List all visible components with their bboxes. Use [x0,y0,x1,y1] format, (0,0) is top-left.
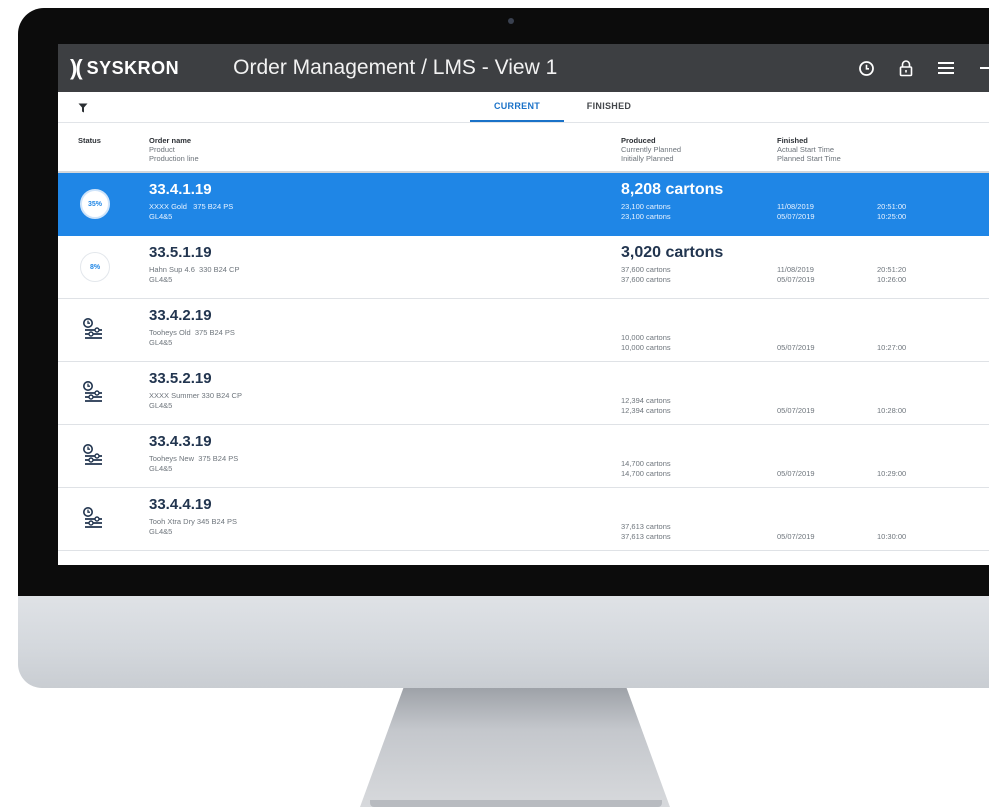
production-line: GL4&5 [149,212,173,221]
planned-start-time: 10:28:00 [877,406,907,415]
order-list: 35% 33.4.1.19 XXXX Gold 375 B24 PS GL4&5… [58,173,989,551]
schedule-sliders-icon [82,380,104,409]
schedule-sliders-icon [82,506,104,535]
lock-icon[interactable] [895,57,917,79]
column-finished[interactable]: Finished Actual Start Time Planned Start… [777,136,841,163]
order-name: 33.4.4.19 [149,496,212,513]
table-row[interactable]: 33.4.3.19 Tooheys New 375 B24 PS GL4&5 1… [58,425,989,488]
column-planned-start-label: Planned Start Time [777,154,841,163]
app-screen: )( SYSKRON Order Management / LMS - View… [58,44,989,565]
initially-planned: 12,394 cartons [621,406,671,415]
table-row[interactable]: 33.5.2.19 XXXX Summer 330 B24 CP GL4&5 1… [58,362,989,425]
filter-icon[interactable] [78,100,88,118]
planned-start-date: 05/07/2019 [777,532,815,541]
progress-value: 35% [87,200,102,208]
currently-planned: 14,700 cartons [621,459,671,468]
produced-count: 8,208 cartons [621,181,724,198]
order-name: 33.4.2.19 [149,307,212,324]
tab-current[interactable]: CURRENT [470,92,564,122]
tab-bar: CURRENT FINISHED [58,92,989,123]
column-produced-label: Produced [621,136,656,145]
order-name: 33.5.1.19 [149,244,212,261]
actual-start-time: 20:51:00 [877,202,907,211]
column-status-label: Status [78,136,101,145]
progress-value: 8% [89,263,101,271]
actual-start-date: 11/08/2019 [777,202,814,211]
clock-icon[interactable] [855,57,877,79]
currently-planned: 12,394 cartons [621,396,671,405]
column-finished-label: Finished [777,136,808,145]
initially-planned: 10,000 cartons [621,343,671,352]
production-line: GL4&5 [149,338,173,347]
column-product-label: Product [149,145,175,154]
menu-icon[interactable] [935,57,957,79]
currently-planned: 10,000 cartons [621,333,671,342]
production-line: GL4&5 [149,275,173,284]
order-name: 33.5.2.19 [149,370,212,387]
syskron-logo: )( SYSKRON [70,55,179,81]
column-initially-planned-label: Initially Planned [621,154,674,163]
schedule-sliders-icon [82,443,104,472]
planned-start-date: 05/07/2019 [777,275,815,284]
progress-indicator: 35% [80,189,110,219]
column-status[interactable]: Status [78,136,101,145]
logo-mark-icon: )( [70,55,83,80]
product-name: Tooheys Old 375 B24 PS [149,328,235,337]
production-line: GL4&5 [149,401,173,410]
produced-count: 3,020 cartons [621,244,724,261]
schedule-sliders-icon [82,317,104,346]
product-name: Tooh Xtra Dry 345 B24 PS [149,517,237,526]
monitor-stand [360,688,670,807]
column-order[interactable]: Order name Product Production line [149,136,199,163]
column-actual-start-label: Actual Start Time [777,145,835,154]
planned-start-time: 10:27:00 [877,343,907,352]
initially-planned: 14,700 cartons [621,469,671,478]
table-row[interactable]: 33.4.4.19 Tooh Xtra Dry 345 B24 PS GL4&5… [58,488,989,551]
table-header: Status Order name Product Production lin… [58,123,989,173]
production-line: GL4&5 [149,464,173,473]
product-name: Tooheys New 375 B24 PS [149,454,239,463]
table-row[interactable]: 8% 33.5.1.19 Hahn Sup 4.6 330 B24 CP GL4… [58,236,989,299]
order-name: 33.4.3.19 [149,433,212,450]
progress-ring: 35% [80,189,110,219]
initially-planned: 37,613 cartons [621,532,671,541]
column-currently-planned-label: Currently Planned [621,145,682,154]
currently-planned: 37,600 cartons [621,265,671,274]
tab-finished[interactable]: FINISHED [574,92,644,120]
planned-start-time: 10:26:00 [877,275,907,284]
planned-start-date: 05/07/2019 [777,343,815,352]
actual-start-date: 11/08/2019 [777,265,814,274]
column-line-label: Production line [149,154,199,163]
column-order-name-label: Order name [149,136,192,145]
planned-start-date: 05/07/2019 [777,469,815,478]
webcam [508,18,514,24]
initially-planned: 23,100 cartons [621,212,671,221]
monitor-chin [18,596,989,688]
planned-start-date: 05/07/2019 [777,406,815,415]
currently-planned: 23,100 cartons [621,202,671,211]
progress-ring: 8% [80,252,110,282]
column-produced[interactable]: Produced Currently Planned Initially Pla… [621,136,681,163]
title-bar: )( SYSKRON Order Management / LMS - View… [58,44,989,92]
actual-start-time: 20:51:20 [877,265,907,274]
monitor-stand-base [370,800,662,807]
order-name: 33.4.1.19 [149,181,212,198]
table-row[interactable]: 33.4.2.19 Tooheys Old 375 B24 PS GL4&5 1… [58,299,989,362]
table-row[interactable]: 35% 33.4.1.19 XXXX Gold 375 B24 PS GL4&5… [58,173,989,236]
planned-start-date: 05/07/2019 [777,212,815,221]
currently-planned: 37,613 cartons [621,522,671,531]
planned-start-time: 10:29:00 [877,469,907,478]
overflow-icon[interactable] [975,57,989,79]
initially-planned: 37,600 cartons [621,275,671,284]
logo-text: SYSKRON [86,57,180,78]
planned-start-time: 10:25:00 [877,212,907,221]
product-name: XXXX Summer 330 B24 CP [149,391,242,400]
product-name: Hahn Sup 4.6 330 B24 CP [149,265,240,274]
product-name: XXXX Gold 375 B24 PS [149,202,234,211]
planned-start-time: 10:30:00 [877,532,907,541]
page-title: Order Management / LMS - View 1 [233,56,558,79]
production-line: GL4&5 [149,527,173,536]
progress-indicator: 8% [80,252,110,282]
